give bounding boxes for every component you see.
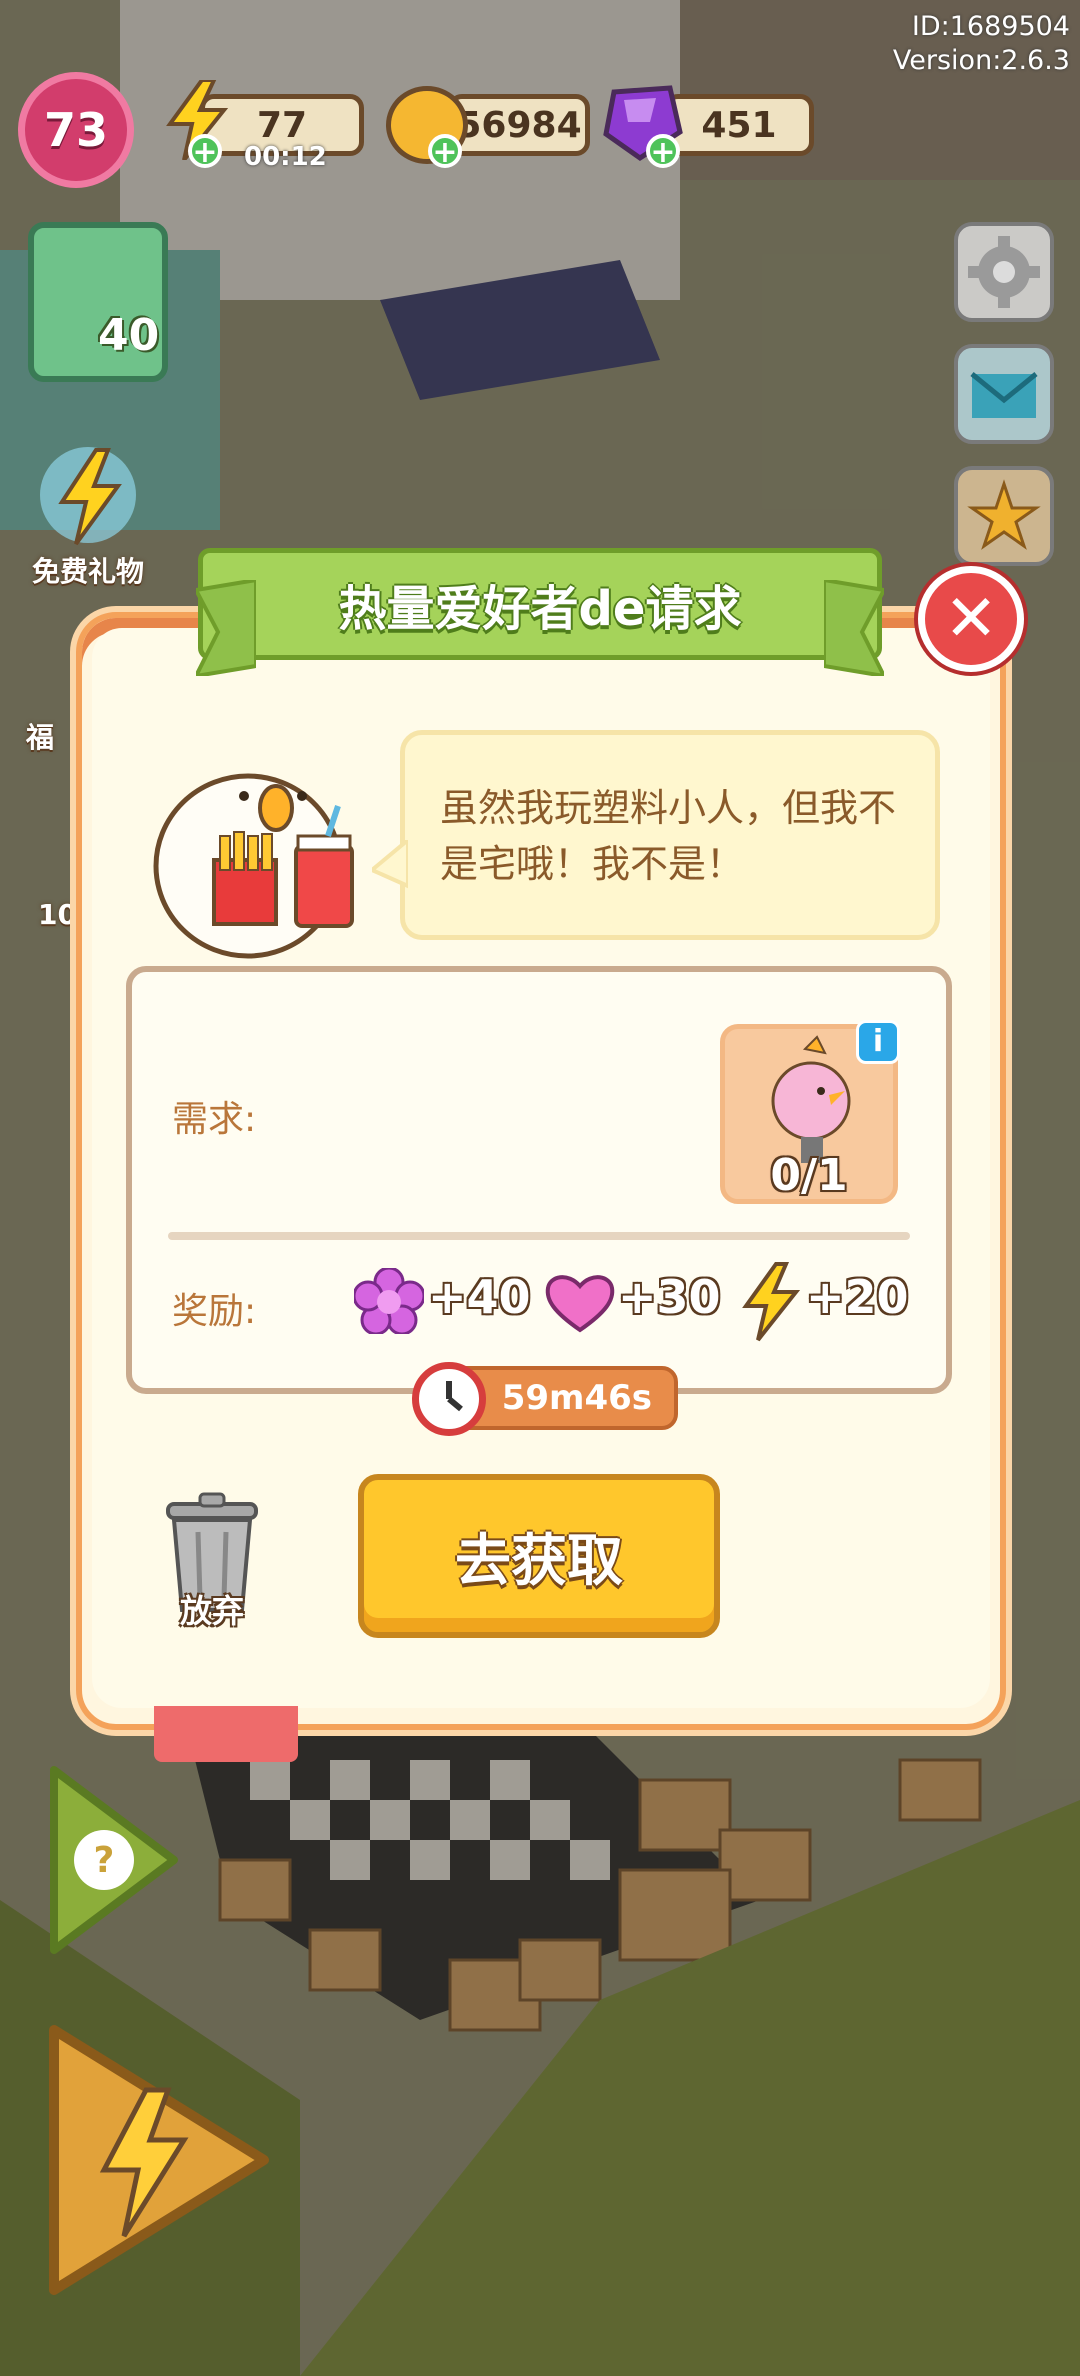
duck-character-icon bbox=[153, 773, 354, 959]
purple-flower-icon bbox=[354, 1268, 424, 1334]
reward-flower-amount: +40 bbox=[428, 1270, 531, 1324]
go-get-button[interactable]: 去获取 bbox=[358, 1474, 720, 1638]
svg-text:?: ? bbox=[94, 1840, 115, 1881]
medal-icon bbox=[967, 479, 1041, 550]
mail-button[interactable] bbox=[954, 344, 1054, 444]
gem-counter[interactable]: 451 bbox=[664, 94, 814, 156]
info-icon: i bbox=[872, 1024, 884, 1059]
lightning-icon bbox=[742, 1262, 800, 1342]
reward-label: 奖励: bbox=[172, 1291, 257, 1332]
time-remaining-value: 59m46s bbox=[501, 1378, 652, 1418]
add-coins-button[interactable]: + bbox=[428, 134, 462, 168]
discard-label: 放弃 bbox=[179, 1592, 244, 1630]
requirement-label: 需求: bbox=[172, 1099, 257, 1140]
coin-counter[interactable]: 56984 bbox=[448, 94, 590, 156]
speech-bubble-tail bbox=[372, 840, 408, 889]
side-count-partial: 10 bbox=[38, 898, 77, 931]
clock-icon bbox=[412, 1362, 486, 1436]
envelope-icon bbox=[970, 372, 1038, 418]
add-energy-button[interactable]: + bbox=[188, 134, 222, 168]
close-button[interactable]: ✕ bbox=[918, 566, 1024, 672]
lightning-boost-icon bbox=[49, 2025, 269, 2295]
question-flower-icon: ? bbox=[50, 1766, 178, 1954]
speech-text: 虽然我玩塑料小人，但我不是宅哦！我不是！ bbox=[440, 786, 897, 886]
requirement-progress: 0/1 bbox=[770, 1150, 848, 1201]
help-button[interactable]: ? bbox=[34, 1760, 184, 1960]
version-text: Version:2.6.3 bbox=[892, 45, 1070, 76]
gem-value: 451 bbox=[701, 104, 777, 146]
info-button[interactable]: i bbox=[856, 1020, 900, 1064]
player-id: ID:1689504 bbox=[911, 11, 1070, 42]
heart-icon bbox=[545, 1275, 615, 1333]
coin-value: 56984 bbox=[456, 104, 582, 146]
free-gift-label: 免费礼物 bbox=[31, 555, 144, 588]
gear-icon bbox=[968, 236, 1040, 308]
reward-heart-amount: +30 bbox=[618, 1270, 721, 1324]
level-value: 73 bbox=[43, 103, 108, 157]
card-pack-count: 40 bbox=[98, 310, 160, 361]
level-badge[interactable]: 73 bbox=[18, 72, 134, 188]
go-get-label: 去获取 bbox=[455, 1528, 623, 1594]
build-info: ID:1689504 Version:2.6.3 bbox=[893, 10, 1070, 78]
clock-hands bbox=[446, 1381, 463, 1412]
add-gems-button[interactable]: + bbox=[646, 134, 680, 168]
energy-timer: 00:12 bbox=[244, 142, 327, 172]
reward-energy-amount: +20 bbox=[806, 1270, 909, 1324]
free-gift-button[interactable]: 免费礼物 bbox=[18, 440, 158, 590]
divider bbox=[168, 1232, 910, 1240]
side-label-partial: 福 bbox=[26, 721, 55, 754]
gift-lightning-icon bbox=[40, 447, 136, 546]
achievements-button[interactable] bbox=[954, 466, 1054, 566]
dialog-title: 热量爱好者de请求 bbox=[338, 581, 742, 637]
energy-value: 77 bbox=[256, 104, 308, 146]
bottom-ribbon bbox=[154, 1706, 298, 1762]
settings-button[interactable] bbox=[954, 222, 1054, 322]
close-icon: ✕ bbox=[944, 582, 998, 656]
boost-button[interactable] bbox=[34, 2010, 274, 2300]
